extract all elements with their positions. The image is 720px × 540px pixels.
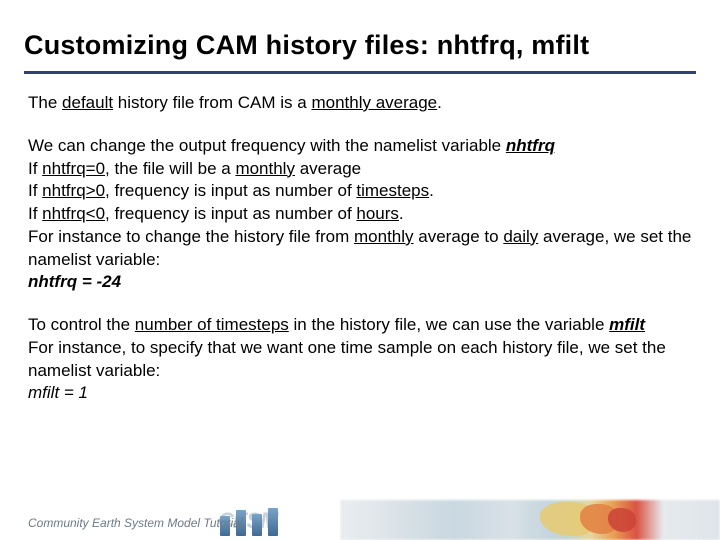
slide: Customizing CAM history files: nhtfrq, m… bbox=[0, 0, 720, 540]
text: For instance to change the history file … bbox=[28, 227, 354, 246]
text-underline: timesteps bbox=[356, 181, 429, 200]
text-underline: monthly bbox=[354, 227, 414, 246]
code-mfilt-eq: mfilt = 1 bbox=[28, 383, 88, 402]
mfilt-paragraph: To control the number of timesteps in th… bbox=[28, 314, 692, 405]
text: If bbox=[28, 159, 42, 178]
text: If bbox=[28, 181, 42, 200]
text: The bbox=[28, 93, 62, 112]
nhtfrq-paragraph: We can change the output frequency with … bbox=[28, 135, 692, 294]
text-underline: monthly average bbox=[311, 93, 437, 112]
text: , frequency is input as number of bbox=[105, 204, 356, 223]
text-underline: default bbox=[62, 93, 113, 112]
text: . bbox=[429, 181, 434, 200]
text: For instance, to specify that we want on… bbox=[28, 338, 666, 380]
text: . bbox=[437, 93, 442, 112]
text-underline: nhtfrq<0 bbox=[42, 204, 105, 223]
text-underline: daily bbox=[503, 227, 538, 246]
var-nhtfrq: nhtfrq bbox=[506, 136, 555, 155]
text: . bbox=[399, 204, 404, 223]
slide-body: The default history file from CAM is a m… bbox=[0, 74, 720, 405]
text-underline: number of timesteps bbox=[135, 315, 289, 334]
text: We can change the output frequency with … bbox=[28, 136, 506, 155]
text: , the file will be a bbox=[105, 159, 235, 178]
text: history file from CAM is a bbox=[113, 93, 311, 112]
text: in the history file, we can use the vari… bbox=[289, 315, 609, 334]
footer-text: Community Earth System Model Tutorial bbox=[28, 516, 243, 530]
text: To control the bbox=[28, 315, 135, 334]
text: If bbox=[28, 204, 42, 223]
text-underline: monthly bbox=[235, 159, 295, 178]
slide-title: Customizing CAM history files: nhtfrq, m… bbox=[0, 0, 720, 67]
text: , frequency is input as number of bbox=[105, 181, 356, 200]
text: average bbox=[295, 159, 361, 178]
footer-map-decor bbox=[340, 494, 720, 540]
text-underline: nhtfrq>0 bbox=[42, 181, 105, 200]
text: average to bbox=[414, 227, 504, 246]
text-underline: hours bbox=[356, 204, 399, 223]
intro-paragraph: The default history file from CAM is a m… bbox=[28, 92, 692, 115]
code-nhtfrq-eq: nhtfrq = -24 bbox=[28, 272, 121, 291]
text-underline: nhtfrq=0 bbox=[42, 159, 105, 178]
var-mfilt: mfilt bbox=[609, 315, 645, 334]
footer: CESM Community Earth System Model Tutori… bbox=[0, 494, 720, 540]
